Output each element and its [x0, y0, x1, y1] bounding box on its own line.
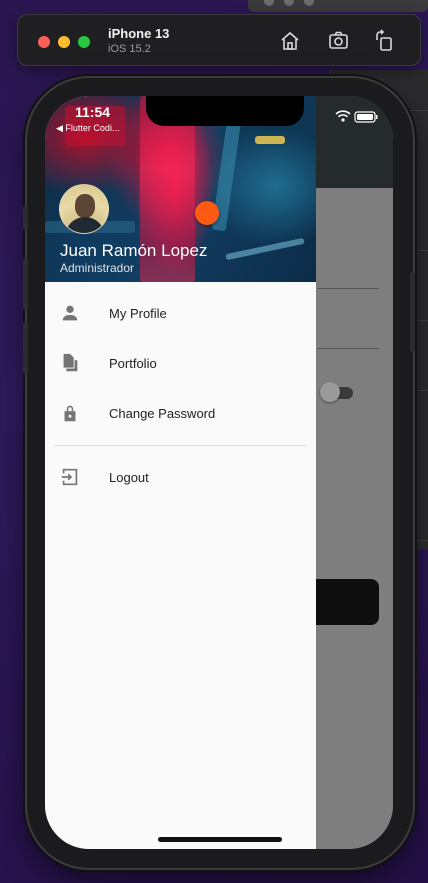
os-version: iOS 15.2	[108, 43, 151, 55]
simulator-toolbar: iPhone 13 iOS 15.2	[17, 14, 421, 66]
accent-dot	[195, 201, 219, 225]
background-dot	[264, 0, 274, 6]
mute-switch	[23, 206, 28, 230]
status-time: 11:54	[75, 104, 111, 120]
drawer-item-label: Change Password	[109, 406, 216, 421]
drawer-item-label: My Profile	[109, 306, 167, 321]
drawer-item-change-password[interactable]: Change Password	[45, 389, 316, 439]
device-screen: 11:54 ◀ Flutter Codi... Juan Ramón Lopez…	[45, 96, 393, 849]
text-field-underline	[317, 348, 379, 349]
screenshot-icon[interactable]	[327, 29, 351, 53]
camera-notch	[146, 96, 304, 126]
drawer-divider	[55, 445, 306, 446]
drawer-item-label: Logout	[109, 470, 149, 485]
home-icon[interactable]	[278, 29, 302, 53]
user-role: Administrador	[60, 261, 135, 275]
status-icons	[335, 110, 379, 129]
close-window-button[interactable]	[38, 36, 50, 48]
battery-icon	[354, 111, 378, 123]
logout-icon	[59, 466, 81, 488]
text-field-underline	[317, 288, 379, 289]
zoom-window-button[interactable]	[78, 36, 90, 48]
person-icon	[59, 302, 81, 324]
background-dot	[304, 0, 314, 6]
toggle-knob	[320, 382, 340, 402]
power-button	[410, 272, 415, 352]
device-name: iPhone 13	[108, 26, 170, 41]
minimize-window-button[interactable]	[58, 36, 70, 48]
drawer-item-logout[interactable]: Logout	[45, 453, 316, 503]
user-name: Juan Ramón Lopez	[60, 241, 208, 260]
home-indicator[interactable]	[158, 837, 282, 842]
navigation-drawer: 11:54 ◀ Flutter Codi... Juan Ramón Lopez…	[45, 96, 316, 849]
background-dot	[284, 0, 294, 6]
volume-up-button	[23, 258, 28, 310]
volume-down-button	[23, 322, 28, 374]
rotate-icon[interactable]	[373, 29, 397, 53]
drawer-item-my-profile[interactable]: My Profile	[45, 289, 316, 339]
back-to-app-link[interactable]: ◀ Flutter Codi...	[56, 123, 119, 134]
drawer-item-label: Portfolio	[109, 356, 157, 371]
avatar[interactable]	[59, 184, 109, 234]
lock-icon	[59, 402, 81, 424]
background-window	[248, 0, 428, 12]
wifi-icon	[335, 110, 351, 122]
files-icon	[59, 352, 81, 374]
drawer-item-portfolio[interactable]: Portfolio	[45, 339, 316, 389]
